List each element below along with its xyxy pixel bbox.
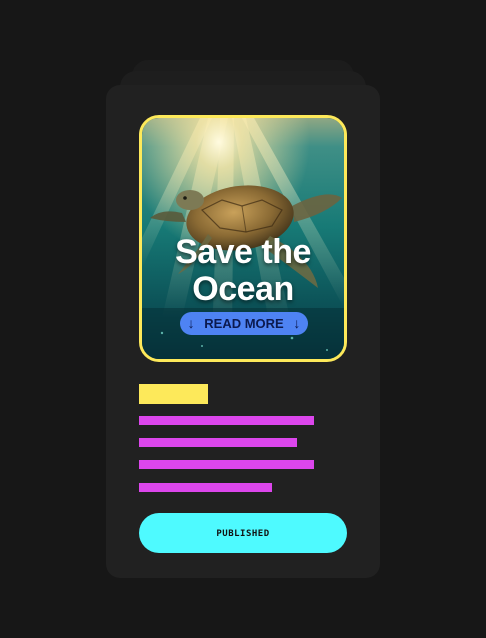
- text-placeholder-line: [139, 416, 314, 425]
- page: Save the Ocean ↓ READ MORE ↓ PUBLISHED: [0, 0, 486, 638]
- hero-title: Save the Ocean: [142, 234, 344, 308]
- published-button[interactable]: PUBLISHED: [139, 513, 347, 553]
- text-placeholder-line: [139, 438, 297, 447]
- hero-title-line-1: Save the: [175, 233, 311, 271]
- hero-title-line-2: Ocean: [192, 270, 294, 308]
- read-more-button[interactable]: ↓ READ MORE ↓: [180, 312, 308, 335]
- text-placeholder-line: [139, 460, 314, 469]
- tag-placeholder-bar: [139, 384, 208, 404]
- hero-image-card[interactable]: Save the Ocean ↓ READ MORE ↓: [139, 115, 347, 362]
- text-placeholder-line: [139, 483, 272, 492]
- arrow-down-icon: ↓: [293, 315, 301, 331]
- read-more-label: READ MORE: [204, 316, 284, 331]
- arrow-down-icon: ↓: [187, 315, 195, 331]
